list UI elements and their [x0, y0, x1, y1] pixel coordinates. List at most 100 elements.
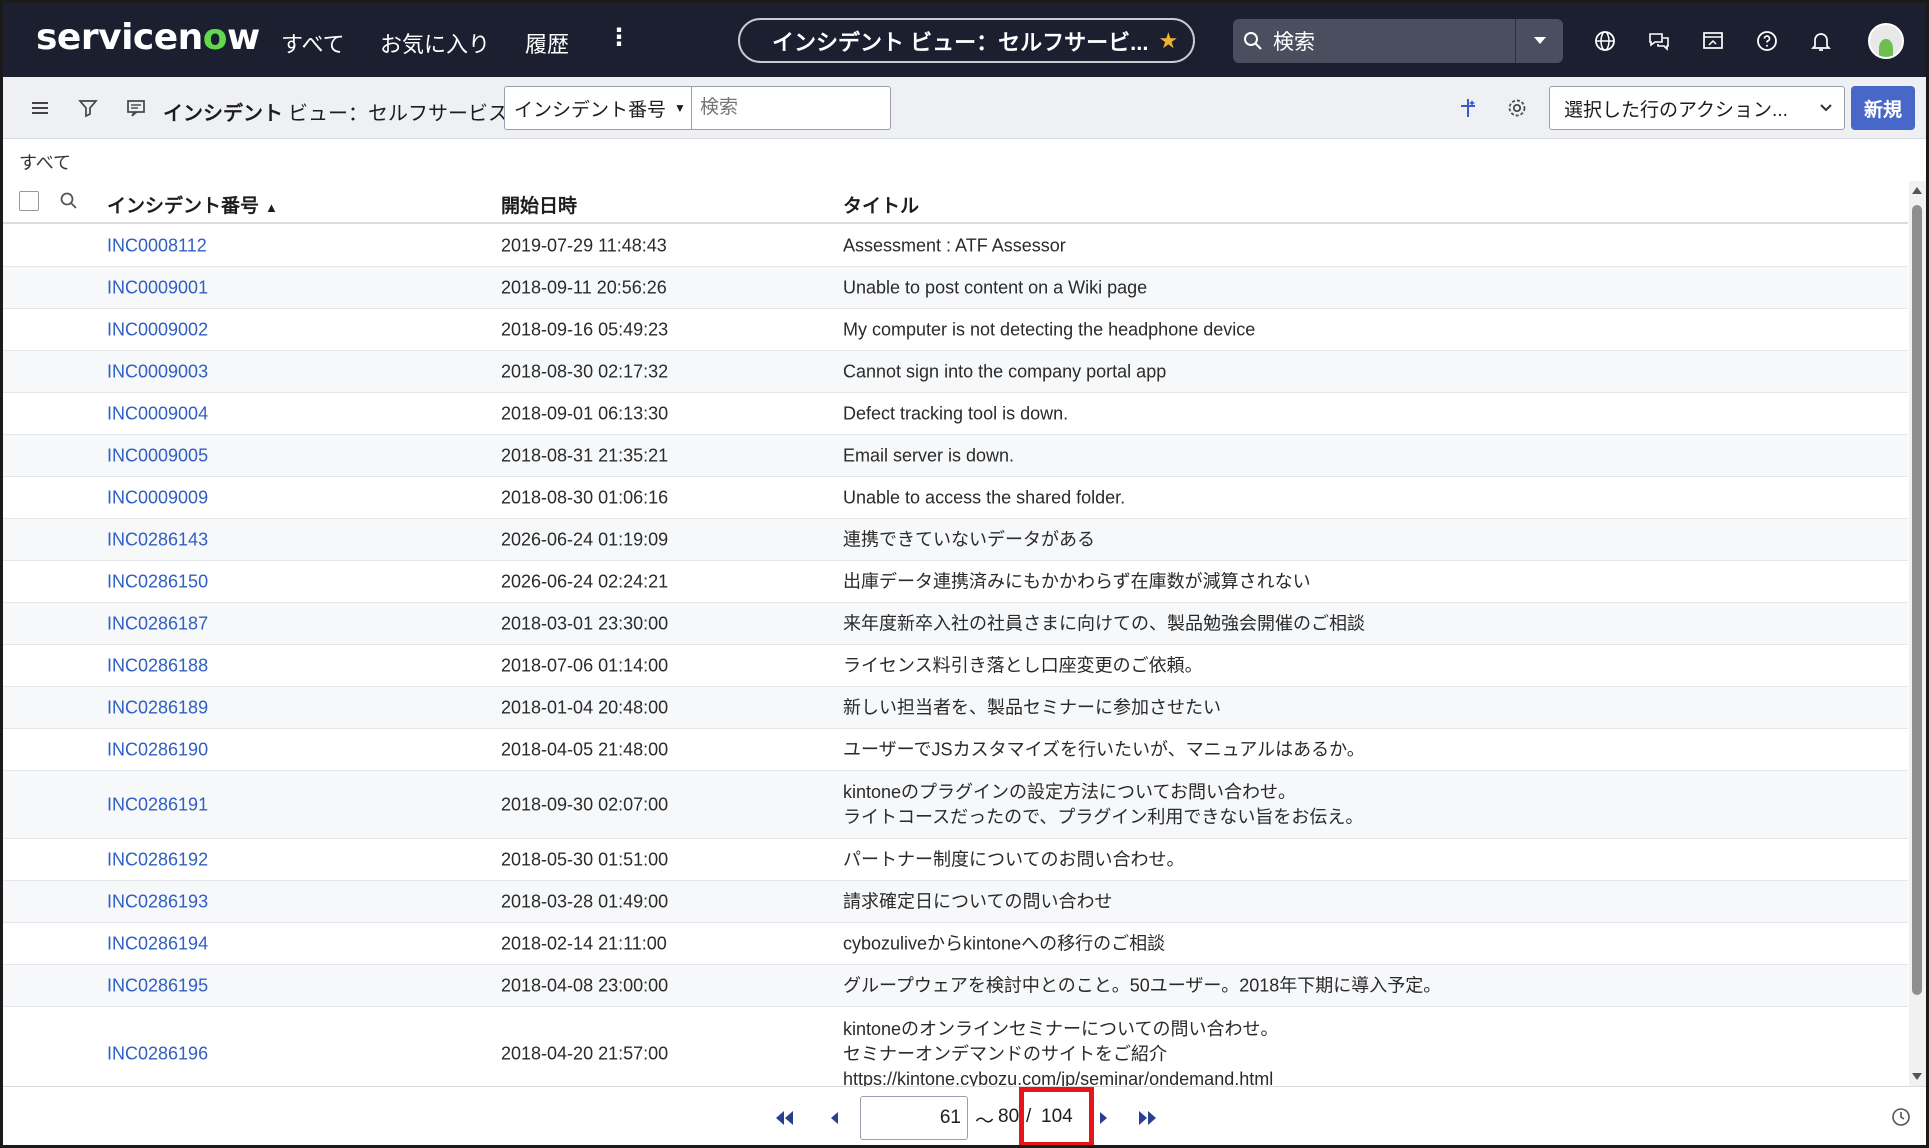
sparkle-icon[interactable] [1457, 97, 1479, 119]
user-avatar[interactable] [1868, 23, 1904, 59]
table-row[interactable]: INC0009003 2018-08-30 02:17:32 Cannot sign… [3, 351, 1908, 393]
title-line: 来年度新卒入社の社員さまに向けての、製品勉強会開催のご相談 [843, 613, 1365, 633]
breadcrumb[interactable]: すべて [19, 149, 71, 175]
title-cell: kintoneのプラグインの設定方法についてお問い合わせ。 ライトコースだったので… [843, 780, 1363, 830]
next-page-icon[interactable] [1091, 1107, 1115, 1129]
title-line: Unable to access the shared folder. [843, 487, 1126, 507]
vertical-scrollbar[interactable] [1909, 181, 1926, 1086]
globe-icon[interactable] [1593, 29, 1617, 53]
table-row[interactable]: INC0009004 2018-09-01 06:13:30 Defect trac… [3, 393, 1908, 435]
table-row[interactable]: INC0008112 2019-07-29 11:48:43 Assessment … [3, 225, 1908, 267]
column-header-start-date[interactable]: 開始日時 [501, 191, 577, 218]
table-row[interactable]: INC0286195 2018-04-08 23:00:00 グループウェアを検討中… [3, 965, 1908, 1007]
filter-icon[interactable] [77, 97, 99, 119]
incident-number-link[interactable]: INC0286196 [107, 1041, 208, 1066]
showcase-icon[interactable] [1701, 29, 1725, 53]
nav-history[interactable]: 履歴 [525, 27, 569, 59]
incident-number-link[interactable]: INC0286187 [107, 611, 208, 636]
start-date-cell: 2019-07-29 11:48:43 [501, 235, 667, 255]
incident-number-link[interactable]: INC0009003 [107, 359, 208, 384]
global-search-input[interactable]: 検索 [1273, 26, 1515, 56]
title-cell: Email server is down. [843, 443, 1014, 468]
servicenow-logo[interactable]: servicenow [36, 17, 260, 58]
incident-number-link[interactable]: INC0286194 [107, 931, 208, 956]
clock-icon[interactable] [1891, 1107, 1911, 1127]
table-row[interactable]: INC0009005 2018-08-31 21:35:21 Email serve… [3, 435, 1908, 477]
incident-number-link[interactable]: INC0286188 [107, 653, 208, 678]
table-row[interactable]: INC0286191 2018-09-30 02:07:00 kintoneのプラグ… [3, 771, 1908, 839]
bell-icon[interactable] [1809, 29, 1833, 53]
range-separator: ～ [975, 1111, 995, 1132]
table-row[interactable]: INC0009009 2018-08-30 01:06:16 Unable to a… [3, 477, 1908, 519]
last-page-icon[interactable] [1135, 1107, 1159, 1129]
search-field-select[interactable]: インシデント番号 ▼ [504, 86, 692, 130]
title-cell: 新しい担当者を、製品セミナーに参加させたい [843, 695, 1221, 720]
new-button[interactable]: 新規 [1851, 86, 1915, 130]
help-icon[interactable] [1755, 29, 1779, 53]
incident-number-link[interactable]: INC0286189 [107, 695, 208, 720]
start-date-cell: 2018-03-28 01:49:00 [501, 891, 669, 911]
table-row[interactable]: INC0286193 2018-03-28 01:49:00 請求確定日についての問… [3, 881, 1908, 923]
column-header-title[interactable]: タイトル [843, 191, 919, 218]
incident-number-link[interactable]: INC0009004 [107, 401, 208, 426]
table-row[interactable]: INC0286194 2018-02-14 21:11:00 cybozuliveか… [3, 923, 1908, 965]
incident-number-link[interactable]: INC0009002 [107, 317, 208, 342]
gear-icon[interactable] [1506, 97, 1528, 119]
previous-page-icon[interactable] [823, 1107, 847, 1129]
nav-more-icon[interactable]: ⋮ [607, 23, 631, 52]
title-cell: cybozuliveからkintoneへの移行のご相談 [843, 931, 1165, 956]
chat-icon[interactable] [1647, 29, 1671, 53]
incident-number-link[interactable]: INC0008112 [107, 233, 207, 258]
table-row[interactable]: INC0286196 2018-04-20 21:57:00 kintoneのオンラ… [3, 1007, 1908, 1086]
incident-number-link[interactable]: INC0286193 [107, 889, 208, 914]
title-line: パートナー制度についてのお問い合わせ。 [843, 849, 1185, 869]
table-row[interactable]: INC0009002 2018-09-16 05:49:23 My computer… [3, 309, 1908, 351]
column-search-icon[interactable] [59, 191, 79, 211]
sort-ascending-icon: ▲ [265, 200, 278, 215]
nav-favorites[interactable]: お気に入り [380, 27, 490, 59]
title-cell: ライセンス料引き落とし口座変更のご依頼。 [843, 653, 1203, 678]
search-scope-dropdown-icon[interactable] [1515, 19, 1563, 63]
list-context-menu-icon[interactable] [125, 97, 147, 119]
favorite-star-icon[interactable]: ★ [1158, 28, 1178, 54]
table-row[interactable]: INC0286188 2018-07-06 01:14:00 ライセンス料引き落とし… [3, 645, 1908, 687]
scroll-up-arrow-icon[interactable] [1912, 187, 1922, 194]
context-title-pill[interactable]: インシデント ビュー：セルフサービ... ★ [738, 18, 1195, 63]
incident-number-link[interactable]: INC0286191 [107, 792, 208, 817]
start-date-cell: 2018-09-11 20:56:26 [501, 277, 667, 297]
start-date-cell: 2018-08-30 02:17:32 [501, 361, 669, 381]
table-row[interactable]: INC0286190 2018-04-05 21:48:00 ユーザーでJSカスタマ… [3, 729, 1908, 771]
table-row[interactable]: INC0286143 2026-06-24 01:19:09 連携できていないデータ… [3, 519, 1908, 561]
title-line: グループウェアを検討中とのこと。50ユーザー。2018年下期に導入予定。 [843, 975, 1442, 995]
hamburger-menu-icon[interactable] [29, 97, 51, 119]
row-action-select[interactable]: 選択した行のアクション... [1549, 86, 1845, 130]
select-all-checkbox[interactable] [19, 191, 39, 211]
table-row[interactable]: INC0286189 2018-01-04 20:48:00 新しい担当者を、製品セ… [3, 687, 1908, 729]
page-start-input[interactable] [860, 1096, 968, 1140]
incident-number-link[interactable]: INC0009009 [107, 485, 208, 510]
start-date-cell: 2018-01-04 20:48:00 [501, 697, 669, 717]
nav-all[interactable]: すべて [281, 27, 345, 59]
first-page-icon[interactable] [773, 1107, 797, 1129]
table-row[interactable]: INC0286150 2026-06-24 02:24:21 出庫データ連携済みにも… [3, 561, 1908, 603]
title-cell: パートナー制度についてのお問い合わせ。 [843, 847, 1184, 872]
title-cell: Unable to post content on a Wiki page [843, 275, 1147, 300]
incident-number-link[interactable]: INC0286190 [107, 737, 208, 762]
scrollbar-thumb[interactable] [1912, 205, 1922, 995]
incident-number-link[interactable]: INC0009005 [107, 443, 208, 468]
column-header-number[interactable]: インシデント番号 ▲ [107, 191, 278, 218]
incident-number-link[interactable]: INC0286192 [107, 847, 208, 872]
incident-number-link[interactable]: INC0009001 [107, 275, 208, 300]
title-cell: グループウェアを検討中とのこと。50ユーザー。2018年下期に導入予定。 [843, 973, 1441, 998]
table-row[interactable]: INC0286187 2018-03-01 23:30:00 来年度新卒入社の社員さ… [3, 603, 1908, 645]
global-search[interactable]: 検索 [1233, 19, 1563, 63]
incident-number-link[interactable]: INC0286143 [107, 527, 208, 552]
title-cell: 来年度新卒入社の社員さまに向けての、製品勉強会開催のご相談 [843, 611, 1365, 636]
incident-number-link[interactable]: INC0286195 [107, 973, 208, 998]
start-date-cell: 2026-06-24 01:19:09 [501, 529, 669, 549]
incident-number-link[interactable]: INC0286150 [107, 569, 208, 594]
table-row[interactable]: INC0009001 2018-09-11 20:56:26 Unable to p… [3, 267, 1908, 309]
scroll-down-arrow-icon[interactable] [1912, 1073, 1922, 1080]
list-search-input[interactable] [691, 86, 891, 130]
table-row[interactable]: INC0286192 2018-05-30 01:51:00 パートナー制度について… [3, 839, 1908, 881]
